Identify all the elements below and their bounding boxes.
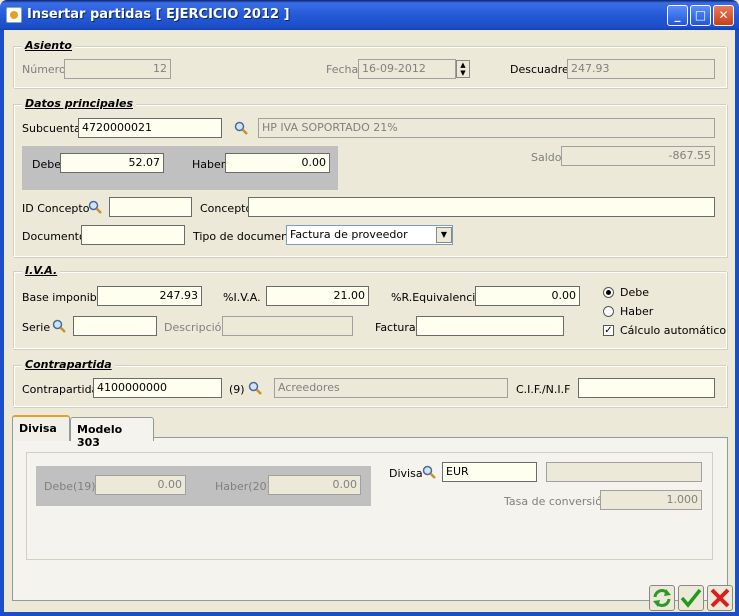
cancel-button[interactable] [707,585,733,611]
tipodoc-select[interactable]: Factura de proveedor [286,225,453,245]
accept-button[interactable] [678,585,704,611]
refresh-button[interactable] [649,585,675,611]
descripcion-label: Descripción [164,321,229,334]
req-label: %R.Equivalencia [391,291,483,304]
haber-label: Haber [192,158,226,171]
documento-input[interactable] [81,225,185,245]
divisa-haber-label: Haber(20) [215,480,271,493]
tasa-label: Tasa de conversión [504,495,609,508]
debe-label: Debe [32,158,61,171]
saldo-field: -867.55 [561,146,715,166]
divisa-debe-label: Debe(19) [44,480,96,493]
haber-input[interactable]: 0.00 [225,153,330,173]
divisa-label: Divisa [389,467,423,480]
tab-modelo-303[interactable]: Modelo 303 [70,417,154,449]
idconcepto-label: ID Concepto [22,202,90,215]
search-icon[interactable] [52,319,66,333]
search-icon[interactable] [422,465,436,479]
spin-down-icon[interactable]: ▼ [457,69,469,77]
tab-divisa[interactable]: Divisa [12,415,70,441]
saldo-label: Saldo [531,151,562,164]
asiento-group-title: Asiento [22,39,75,52]
fecha-field[interactable]: 16-09-2012 [358,59,456,79]
window-title: Insertar partidas [ EJERCICIO 2012 ] [27,7,290,22]
concepto-input[interactable] [248,197,715,217]
divisa-debe-field: 0.00 [95,475,186,495]
debe-input[interactable]: 52.07 [60,153,164,173]
radio-debe-label: Debe [620,286,649,299]
base-input[interactable]: 247.93 [97,286,202,306]
piva-label: %I.V.A. [223,291,261,304]
factura-label: Factura [375,321,416,334]
maximize-button[interactable]: □ [690,5,711,26]
documento-label: Documento [22,230,86,243]
contrapartida-count: (9) [229,383,245,396]
cif-label: C.I.F./N.I.F [516,383,571,396]
divisa-haber-field: 0.00 [268,475,361,495]
window-border-left [0,30,4,616]
spin-up-icon[interactable]: ▲ [457,61,469,69]
checkmark-icon [680,588,702,608]
cif-input[interactable] [578,378,715,398]
radio-debe[interactable] [603,287,614,298]
tasa-field: 1.000 [600,490,702,510]
contrapartida-input[interactable]: 4100000000 [93,378,222,398]
principales-group-title: Datos principales [22,97,137,110]
req-input[interactable]: 0.00 [475,286,580,306]
serie-label: Serie [22,321,51,334]
window-border-bottom [0,612,739,616]
concepto-label: Concepto [200,202,253,215]
subcuenta-input[interactable]: 4720000021 [78,118,222,138]
fecha-label: Fecha [326,63,359,76]
numero-field[interactable]: 12 [64,59,171,79]
descuadre-label: Descuadre [510,63,569,76]
serie-input[interactable] [73,316,157,336]
window-border-right [735,30,739,616]
divisa-description [546,462,702,482]
cross-icon [710,588,730,608]
subcuenta-description: HP IVA SOPORTADO 21% [258,118,715,138]
subcuenta-label: Subcuenta [22,122,81,135]
fecha-spinner[interactable]: ▲ ▼ [456,60,470,78]
contrapartida-group-title: Contrapartida [22,358,115,371]
base-label: Base imponible [22,291,107,304]
refresh-icon [653,589,671,607]
auto-checkbox[interactable]: ✓ [603,325,614,336]
search-icon[interactable] [234,121,248,135]
auto-label: Cálculo automático [620,324,727,337]
piva-input[interactable]: 21.00 [266,286,369,306]
search-icon[interactable] [248,381,262,395]
close-button[interactable]: ✕ [713,5,734,26]
idconcepto-input[interactable] [109,197,192,217]
descuadre-field[interactable]: 247.93 [567,59,715,79]
iva-group-title: I.V.A. [22,264,61,277]
app-icon [6,7,22,23]
numero-label: Número [22,63,66,76]
divisa-input[interactable]: EUR [442,462,537,482]
minimize-button[interactable]: _ [667,5,688,26]
contrapartida-description: Acreedores [274,378,508,398]
contrapartida-label: Contrapartida [22,383,99,396]
factura-input[interactable] [416,316,564,336]
search-icon[interactable] [88,200,102,214]
radio-haber-label: Haber [620,305,654,318]
chevron-down-icon[interactable]: ▼ [436,227,452,243]
tipodoc-label: Tipo de documento [193,230,300,243]
radio-haber[interactable] [603,306,614,317]
descripcion-field [222,316,353,336]
